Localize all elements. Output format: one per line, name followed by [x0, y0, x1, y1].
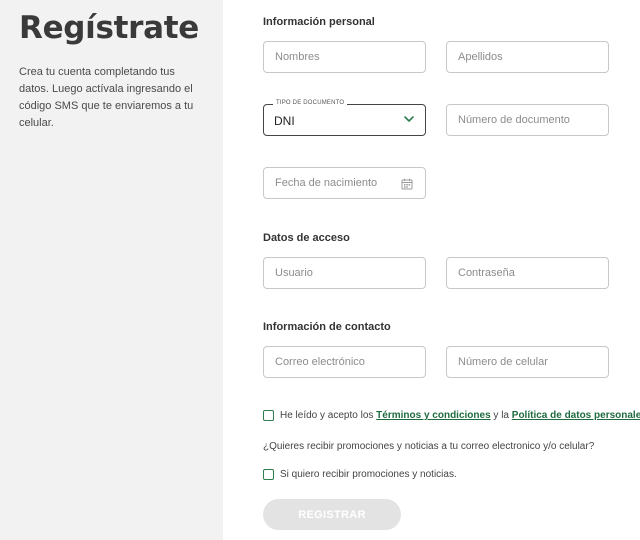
email-input[interactable]	[264, 347, 425, 377]
phone-field[interactable]	[446, 346, 609, 378]
password-input[interactable]	[447, 258, 608, 288]
section-heading-access: Datos de acceso	[263, 232, 350, 244]
terms-checkbox[interactable]	[263, 410, 274, 421]
document-type-value: DNI	[274, 114, 295, 128]
section-heading-personal: Información personal	[263, 16, 375, 28]
last-name-field[interactable]	[446, 41, 609, 73]
chevron-down-icon	[404, 116, 414, 122]
page-title: Regístrate	[19, 10, 200, 46]
document-number-field[interactable]	[446, 104, 609, 136]
terms-link[interactable]: Términos y condiciones	[376, 410, 490, 421]
promo-option-label: Si quiero recibir promociones y noticias…	[280, 469, 457, 480]
username-input[interactable]	[264, 258, 425, 288]
register-button[interactable]: REGISTRAR	[263, 499, 401, 530]
email-field[interactable]	[263, 346, 426, 378]
privacy-policy-link[interactable]: Política de datos personales.	[512, 410, 640, 421]
page-description: Crea tu cuenta completando tus datos. Lu…	[19, 66, 194, 129]
terms-text: He leído y acepto los Términos y condici…	[280, 410, 640, 421]
username-field[interactable]	[263, 257, 426, 289]
terms-prefix: He leído y acepto los	[280, 410, 377, 421]
terms-middle: y la	[490, 410, 512, 421]
first-name-field[interactable]	[263, 41, 426, 73]
first-name-input[interactable]	[264, 42, 425, 72]
intro-panel: Regístrate Crea tu cuenta completando tu…	[0, 0, 223, 540]
birthdate-field[interactable]	[263, 167, 426, 199]
phone-input[interactable]	[447, 347, 608, 377]
calendar-icon[interactable]	[401, 178, 413, 190]
document-type-select[interactable]: TIPO DE DOCUMENTO DNI	[263, 100, 426, 136]
last-name-input[interactable]	[447, 42, 608, 72]
section-heading-contact: Información de contacto	[263, 321, 391, 333]
document-type-label: TIPO DE DOCUMENTO	[273, 100, 348, 106]
promo-question: ¿Quieres recibir promociones y noticias …	[263, 441, 595, 452]
document-number-input[interactable]	[447, 105, 608, 135]
promo-checkbox[interactable]	[263, 469, 274, 480]
password-field[interactable]	[446, 257, 609, 289]
